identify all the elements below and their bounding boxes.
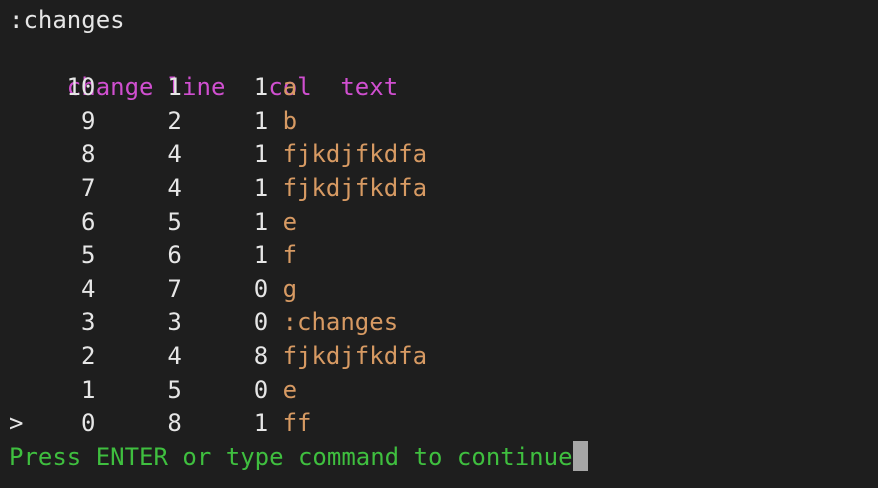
line-number: 3 (167, 308, 182, 337)
change-number: 1 (80, 375, 96, 404)
change-number: 8 (80, 140, 96, 169)
header-text: text (340, 73, 399, 102)
line-number: 6 (167, 241, 182, 270)
prompt-text: Press ENTER or type command to continue (9, 442, 573, 471)
change-number: 7 (80, 173, 96, 202)
col-number: 0 (253, 308, 269, 337)
col-number: 0 (253, 375, 269, 404)
cursor (572, 440, 588, 471)
line-number: 4 (167, 173, 182, 202)
line-number: 4 (167, 341, 182, 370)
change-row: 10 1 1 a (9, 71, 878, 105)
line-number: 2 (167, 106, 182, 135)
change-row: >0 8 1 ff (9, 407, 878, 441)
change-text: :changes (282, 308, 399, 337)
change-number: 2 (80, 341, 96, 370)
col-number: 1 (253, 173, 269, 202)
col-number: 1 (253, 409, 269, 438)
command-line: :changes (9, 6, 125, 34)
change-number: 6 (80, 207, 96, 236)
change-text: e (282, 207, 298, 236)
col-number: 1 (253, 241, 269, 270)
line-number: 1 (167, 73, 182, 102)
col-number: 1 (253, 207, 269, 236)
change-row: 7 4 1 fjkdjfkdfa (9, 172, 878, 206)
change-number: 9 (80, 106, 96, 135)
col-number: 1 (253, 73, 269, 102)
change-text: fjkdjfkdfa (282, 173, 428, 202)
line-number: 7 (167, 274, 182, 303)
continue-prompt: Press ENTER or type command to continue (9, 440, 878, 475)
change-text: g (282, 274, 298, 303)
line-number: 5 (167, 207, 182, 236)
change-row: 9 2 1b (9, 105, 878, 139)
change-row: 1 5 0e (9, 374, 878, 408)
changes-list: 10 1 1 a 9 2 1 b 8 4 1 fjkdjfkdfa 7 4 1 fjkdjfkdfa 6 5 1 e 5… (9, 71, 878, 441)
row-marker: > (9, 409, 24, 438)
terminal-window[interactable]: :changes change line col text 10 1 1 a 9 2 1 b 8 4 1 f… (0, 0, 878, 488)
change-number: 10 (66, 73, 96, 102)
change-number: 4 (80, 274, 96, 303)
changes-header: change line col text (9, 38, 878, 101)
col-number: 1 (253, 140, 269, 169)
change-row: 5 6 1f (9, 239, 878, 273)
line-number: 4 (167, 140, 182, 169)
change-number: 0 (80, 409, 96, 438)
change-text: ff (282, 409, 312, 438)
line-number: 8 (167, 409, 182, 438)
change-row: 3 3 0 :changes (9, 306, 878, 340)
change-number: 3 (80, 308, 96, 337)
change-text: fjkdjfkdfa (282, 140, 428, 169)
change-row: 8 4 1 fjkdjfkdfa (9, 138, 878, 172)
change-text: b (282, 106, 298, 135)
line-number: 5 (167, 375, 182, 404)
change-number: 5 (80, 241, 96, 270)
col-number: 1 (253, 106, 269, 135)
change-text: f (282, 241, 298, 270)
col-number: 8 (253, 341, 269, 370)
change-text: e (282, 375, 298, 404)
change-text: fjkdjfkdfa (282, 341, 428, 370)
change-text: a (282, 73, 298, 102)
change-row: 2 4 8 fjkdjfkdfa (9, 340, 878, 374)
col-number: 0 (253, 274, 269, 303)
change-row: 6 5 1e (9, 206, 878, 240)
change-row: 4 7 0g (9, 273, 878, 307)
